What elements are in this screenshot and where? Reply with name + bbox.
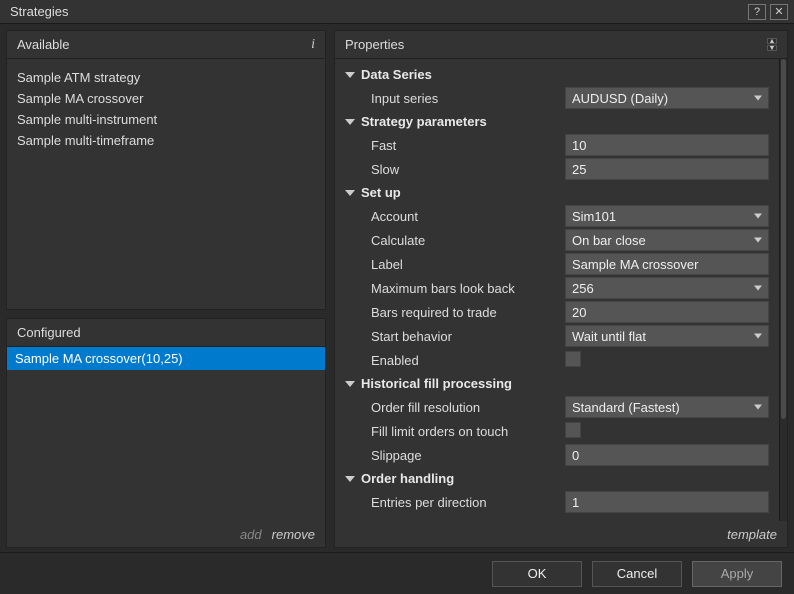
row-slippage: Slippage [335, 443, 775, 467]
slow-input[interactable] [565, 158, 769, 180]
configured-panel: Configured Sample MA crossover(10,25) ad… [6, 318, 326, 548]
group-data-series[interactable]: Data Series [335, 63, 775, 86]
chevron-down-icon [754, 286, 762, 291]
right-column: Properties ▲ ▼ Data Series Input series … [334, 30, 788, 548]
label-calculate: Calculate [335, 233, 565, 248]
template-link[interactable]: template [727, 527, 777, 542]
row-max-bars: Maximum bars look back 256 [335, 276, 775, 300]
label-fast: Fast [335, 138, 565, 153]
chevron-down-icon [345, 72, 355, 78]
group-setup[interactable]: Set up [335, 181, 775, 204]
left-column: Available i Sample ATM strategy Sample M… [6, 30, 326, 548]
scrollbar-thumb[interactable] [781, 59, 786, 419]
enabled-checkbox[interactable] [565, 351, 581, 367]
available-header: Available i [7, 31, 325, 59]
cancel-button[interactable]: Cancel [592, 561, 682, 587]
entries-per-direction-input[interactable] [565, 491, 769, 513]
group-historical-fill[interactable]: Historical fill processing [335, 372, 775, 395]
row-enabled: Enabled [335, 348, 775, 372]
add-link[interactable]: add [240, 527, 262, 542]
available-item[interactable]: Sample ATM strategy [9, 67, 323, 88]
label-input[interactable] [565, 253, 769, 275]
bars-required-input[interactable] [565, 301, 769, 323]
row-order-fill: Order fill resolution Standard (Fastest) [335, 395, 775, 419]
max-bars-select[interactable]: 256 [565, 277, 769, 299]
account-select[interactable]: Sim101 [565, 205, 769, 227]
spin-up-icon[interactable]: ▲ [767, 38, 777, 44]
configured-list[interactable]: Sample MA crossover(10,25) [7, 347, 325, 521]
properties-list: Data Series Input series AUDUSD (Daily) … [335, 59, 787, 521]
row-fast: Fast [335, 133, 775, 157]
info-icon[interactable]: i [311, 37, 315, 53]
properties-header: Properties ▲ ▼ [335, 31, 787, 59]
chevron-down-icon [754, 214, 762, 219]
chevron-down-icon [345, 476, 355, 482]
chevron-down-icon [754, 334, 762, 339]
properties-scrollbar[interactable] [779, 59, 787, 521]
dialog-buttons: OK Cancel Apply [0, 552, 794, 594]
chevron-down-icon [345, 119, 355, 125]
row-entries-per-direction: Entries per direction [335, 490, 775, 514]
chevron-down-icon [345, 190, 355, 196]
available-item[interactable]: Sample multi-instrument [9, 109, 323, 130]
chevron-down-icon [754, 96, 762, 101]
group-strategy-parameters[interactable]: Strategy parameters [335, 110, 775, 133]
label-input-series: Input series [335, 91, 565, 106]
available-item[interactable]: Sample MA crossover [9, 88, 323, 109]
row-calculate: Calculate On bar close [335, 228, 775, 252]
row-fill-limit: Fill limit orders on touch [335, 419, 775, 443]
order-fill-select[interactable]: Standard (Fastest) [565, 396, 769, 418]
available-title: Available [17, 37, 70, 52]
label-enabled: Enabled [335, 353, 565, 368]
strategies-dialog: Strategies ? ✕ Available i Sample ATM st… [0, 0, 794, 594]
row-bars-required: Bars required to trade [335, 300, 775, 324]
content-area: Available i Sample ATM strategy Sample M… [0, 24, 794, 552]
chevron-down-icon [345, 381, 355, 387]
properties-title: Properties [345, 37, 404, 52]
properties-footer: template [335, 521, 787, 547]
titlebar: Strategies ? ✕ [0, 0, 794, 24]
properties-panel: Properties ▲ ▼ Data Series Input series … [334, 30, 788, 548]
label-slippage: Slippage [335, 448, 565, 463]
label-entries-per-direction: Entries per direction [335, 495, 565, 510]
calculate-select[interactable]: On bar close [565, 229, 769, 251]
available-item[interactable]: Sample multi-timeframe [9, 130, 323, 151]
window-title: Strategies [10, 4, 744, 19]
ok-button[interactable]: OK [492, 561, 582, 587]
properties-spinner[interactable]: ▲ ▼ [767, 38, 777, 51]
chevron-down-icon [754, 405, 762, 410]
slippage-input[interactable] [565, 444, 769, 466]
label-max-bars: Maximum bars look back [335, 281, 565, 296]
close-button[interactable]: ✕ [770, 4, 788, 20]
help-button[interactable]: ? [748, 4, 766, 20]
row-input-series: Input series AUDUSD (Daily) [335, 86, 775, 110]
configured-footer: add remove [7, 521, 325, 547]
row-label: Label [335, 252, 775, 276]
input-series-select[interactable]: AUDUSD (Daily) [565, 87, 769, 109]
fast-input[interactable] [565, 134, 769, 156]
apply-button[interactable]: Apply [692, 561, 782, 587]
label-slow: Slow [335, 162, 565, 177]
label-bars-required: Bars required to trade [335, 305, 565, 320]
configured-item[interactable]: Sample MA crossover(10,25) [7, 347, 325, 370]
row-slow: Slow [335, 157, 775, 181]
label-start-behavior: Start behavior [335, 329, 565, 344]
label-order-fill: Order fill resolution [335, 400, 565, 415]
row-start-behavior: Start behavior Wait until flat [335, 324, 775, 348]
available-panel: Available i Sample ATM strategy Sample M… [6, 30, 326, 310]
configured-title: Configured [17, 325, 81, 340]
remove-link[interactable]: remove [272, 527, 315, 542]
group-order-handling[interactable]: Order handling [335, 467, 775, 490]
row-account: Account Sim101 [335, 204, 775, 228]
configured-header: Configured [7, 319, 325, 347]
chevron-down-icon [754, 238, 762, 243]
fill-limit-checkbox[interactable] [565, 422, 581, 438]
start-behavior-select[interactable]: Wait until flat [565, 325, 769, 347]
spin-down-icon[interactable]: ▼ [767, 45, 777, 51]
label-label: Label [335, 257, 565, 272]
label-fill-limit: Fill limit orders on touch [335, 424, 565, 439]
available-list[interactable]: Sample ATM strategy Sample MA crossover … [7, 59, 325, 309]
label-account: Account [335, 209, 565, 224]
